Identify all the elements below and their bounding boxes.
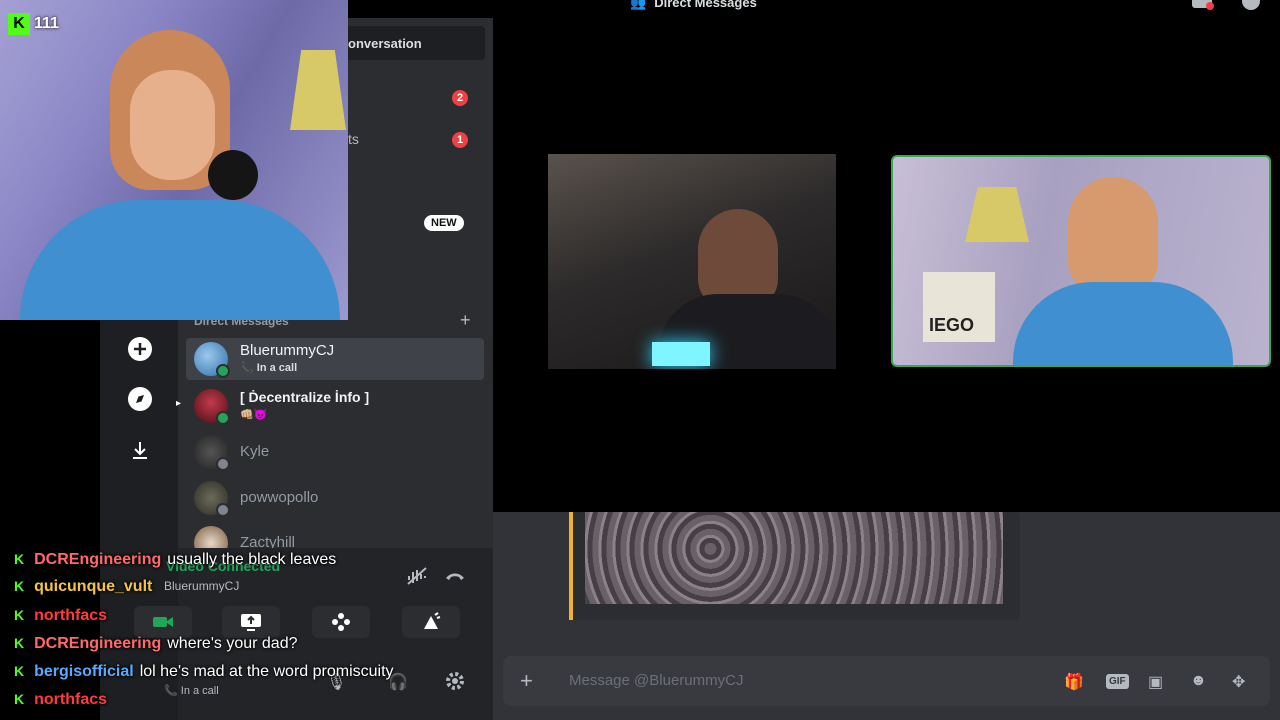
kick-badge-icon: K — [14, 663, 25, 679]
activities-button[interactable] — [312, 606, 370, 638]
message-placeholder: Message @BluerummyCJ — [569, 672, 744, 689]
kick-logo-icon: K — [8, 13, 30, 35]
dm-name: Zactyhill — [240, 534, 296, 548]
viewer-count-value: 111 — [34, 15, 59, 32]
embed-image[interactable] — [585, 512, 1003, 604]
unread-badge: 2 — [452, 90, 468, 106]
sticker-icon[interactable]: ▣ — [1148, 672, 1163, 692]
emoji-icon[interactable]: ☻ — [1190, 672, 1207, 690]
dm-item-bluerummycj[interactable]: BluerummyCJ 📞 In a call — [186, 338, 484, 380]
dm-item-decentralize[interactable]: [ Ḋecentralize İnfo ] 👊🏼😈 — [186, 385, 484, 427]
streamer-body — [20, 200, 340, 320]
online-status-icon — [216, 364, 230, 378]
dm-call-status: 📞 In a call — [240, 362, 298, 374]
video-tile-self[interactable]: IEGO — [891, 155, 1271, 367]
streamer-face — [130, 70, 215, 180]
chat-username[interactable]: DCREngineering — [34, 551, 161, 568]
online-status-icon — [216, 411, 230, 425]
lamp-shade — [290, 50, 346, 130]
user-status: 📞 In a call — [164, 685, 219, 697]
stream-chat-line: Knorthfacs — [14, 607, 113, 625]
gift-icon[interactable]: 🎁 — [1064, 672, 1084, 692]
video-tile-remote[interactable] — [548, 154, 836, 369]
unread-badge: 1 — [452, 132, 468, 148]
sidebar-item-label[interactable]: ts — [348, 131, 359, 147]
friends-icon: 👥 — [630, 0, 647, 10]
dm-item-kyle[interactable]: Kyle — [186, 431, 484, 473]
explore-compass-icon[interactable] — [126, 385, 154, 413]
user-status-text: In a call — [180, 685, 219, 697]
streamer-webcam — [0, 0, 348, 320]
gif-button[interactable]: GIF — [1106, 674, 1129, 689]
screen-share-button[interactable] — [222, 606, 280, 638]
chat-username[interactable]: northfacs — [34, 607, 107, 624]
voice-channel-name[interactable]: BluerummyCJ — [164, 579, 239, 593]
page-title-text: Direct Messages — [654, 0, 757, 10]
sign-text: IEGO — [929, 315, 975, 335]
page-title: 👥 Direct Messages — [630, 0, 757, 11]
add-server-icon[interactable] — [126, 335, 154, 363]
viewer-count: K 111 — [8, 10, 59, 38]
chat-message: usually the black leaves — [167, 551, 337, 568]
new-badge: NEW — [424, 215, 464, 231]
create-dm-button[interactable]: + — [460, 310, 471, 331]
chat-username[interactable]: bergisofficial — [34, 663, 134, 680]
dm-name: BluerummyCJ — [240, 342, 335, 359]
avatar — [194, 526, 228, 548]
offline-status-icon — [216, 457, 230, 471]
dm-name: powwopollo — [240, 489, 319, 506]
kick-badge-icon: K — [14, 607, 25, 623]
notification-dot — [1206, 2, 1214, 10]
microphone — [208, 150, 258, 200]
soundboard-button[interactable] — [402, 606, 460, 638]
lamp-shade — [965, 187, 1029, 242]
call-status-text: In a call — [256, 362, 298, 374]
unread-indicator-icon: ▸ — [176, 398, 182, 409]
chat-message: where's your dad? — [167, 635, 298, 652]
attach-plus-icon[interactable]: + — [520, 668, 533, 694]
find-conversation-label: onversation — [348, 35, 422, 51]
kick-badge-icon: K — [14, 691, 25, 707]
settings-gear-icon[interactable] — [444, 670, 466, 697]
chat-message: lol he's mad at the word promiscuity — [139, 663, 394, 680]
kick-badge-icon: K — [14, 635, 25, 651]
disconnect-icon[interactable] — [444, 566, 466, 591]
stream-chat-line: Kquicunque_vult — [14, 578, 158, 596]
stream-chat-line: K DCREngineering usually the black leaves — [14, 551, 336, 569]
kick-badge-icon: K — [14, 551, 25, 567]
help-icon[interactable] — [1242, 0, 1260, 10]
find-conversation-input[interactable]: onversation — [330, 26, 485, 60]
download-icon[interactable] — [126, 436, 154, 464]
camera-toggle-button[interactable] — [134, 606, 192, 638]
dm-item-powwopollo[interactable]: powwopollo — [186, 477, 484, 519]
chat-username[interactable]: quicunque_vult — [34, 578, 152, 595]
stream-chat-line: Knorthfacs — [14, 691, 113, 709]
dm-name: Kyle — [240, 443, 270, 460]
chat-username[interactable]: northfacs — [34, 691, 107, 708]
offline-status-icon — [216, 503, 230, 517]
chat-username[interactable]: DCREngineering — [34, 635, 161, 652]
embed-accent-bar — [569, 512, 573, 620]
server-rail — [100, 320, 178, 720]
dm-custom-status: 👊🏼😈 — [240, 409, 268, 421]
kick-badge-icon: K — [14, 578, 25, 594]
participant-body — [1013, 282, 1233, 365]
microphone-light — [652, 342, 710, 366]
stream-chat-line: Kbergisofficial lol he's mad at the word … — [14, 663, 394, 681]
apps-icon[interactable]: ✥ — [1232, 672, 1245, 692]
noise-suppression-icon[interactable] — [406, 566, 428, 591]
dm-name: [ Ḋecentralize İnfo ] — [240, 389, 370, 405]
stream-chat-line: K DCREngineering where's your dad? — [14, 635, 298, 653]
dm-item-zactyhill[interactable]: Zactyhill — [186, 522, 484, 548]
participant-figure — [1068, 177, 1158, 292]
